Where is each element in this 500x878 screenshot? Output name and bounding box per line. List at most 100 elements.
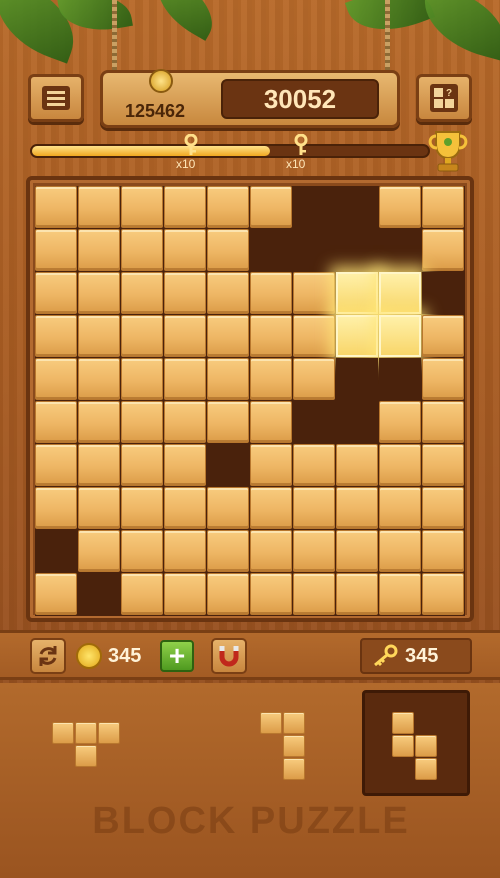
board-cell-filled[interactable] bbox=[336, 487, 378, 529]
board-cell-filled[interactable] bbox=[207, 573, 249, 615]
board-cell-filled[interactable] bbox=[35, 487, 77, 529]
board-cell-filled[interactable] bbox=[422, 229, 464, 271]
board-cell-filled[interactable] bbox=[78, 272, 120, 314]
refresh-button[interactable] bbox=[30, 638, 66, 674]
board-cell-empty[interactable] bbox=[422, 272, 464, 314]
board-cell-filled[interactable] bbox=[35, 186, 77, 228]
board-cell-filled[interactable] bbox=[121, 487, 163, 529]
board-cell-filled[interactable] bbox=[121, 530, 163, 572]
board-cell-filled[interactable] bbox=[379, 444, 421, 486]
board-cell-empty[interactable] bbox=[336, 229, 378, 271]
board-cell-filled[interactable] bbox=[35, 315, 77, 357]
game-board[interactable] bbox=[35, 186, 465, 616]
board-cell-filled[interactable] bbox=[422, 315, 464, 357]
board-cell-filled[interactable] bbox=[250, 272, 292, 314]
board-cell-filled[interactable] bbox=[422, 530, 464, 572]
menu-button[interactable] bbox=[28, 74, 84, 122]
t-piece-block[interactable] bbox=[75, 745, 97, 767]
board-cell-filled[interactable] bbox=[35, 401, 77, 443]
board-cell-filled[interactable] bbox=[78, 487, 120, 529]
board-cell-filled[interactable] bbox=[293, 444, 335, 486]
t-piece-block[interactable] bbox=[52, 722, 74, 744]
board-cell-filled[interactable] bbox=[336, 444, 378, 486]
board-cell-filled[interactable] bbox=[207, 186, 249, 228]
board-cell-empty[interactable] bbox=[379, 358, 421, 400]
board-cell-filled[interactable] bbox=[293, 573, 335, 615]
board-cell-filled[interactable] bbox=[164, 530, 206, 572]
board-cell-filled[interactable] bbox=[293, 272, 335, 314]
board-cell-filled[interactable] bbox=[35, 229, 77, 271]
board-cell-filled[interactable] bbox=[379, 487, 421, 529]
board-cell-filled[interactable] bbox=[422, 444, 464, 486]
board-cell-filled[interactable] bbox=[422, 573, 464, 615]
board-cell-empty[interactable] bbox=[293, 401, 335, 443]
board-cell-filled[interactable] bbox=[78, 315, 120, 357]
board-cell-filled[interactable] bbox=[250, 487, 292, 529]
board-cell-empty[interactable] bbox=[336, 401, 378, 443]
board-cell-filled[interactable] bbox=[121, 186, 163, 228]
board-cell-filled[interactable] bbox=[207, 487, 249, 529]
board-cell-filled[interactable] bbox=[250, 315, 292, 357]
board-cell-filled[interactable] bbox=[121, 315, 163, 357]
board-cell-filled[interactable] bbox=[78, 358, 120, 400]
board-cell-filled[interactable] bbox=[207, 315, 249, 357]
board-cell-filled[interactable] bbox=[379, 186, 421, 228]
board-cell-filled[interactable] bbox=[164, 444, 206, 486]
board-cell-empty[interactable] bbox=[35, 530, 77, 572]
board-cell-filled[interactable] bbox=[207, 272, 249, 314]
board-cell-filled[interactable] bbox=[164, 487, 206, 529]
board-cell-empty[interactable] bbox=[207, 444, 249, 486]
board-cell-filled[interactable] bbox=[250, 530, 292, 572]
board-cell-filled[interactable] bbox=[35, 272, 77, 314]
board-cell-filled[interactable] bbox=[250, 573, 292, 615]
magnet-button[interactable] bbox=[211, 638, 247, 674]
board-cell-filled[interactable] bbox=[293, 358, 335, 400]
block-info-button[interactable]: ? bbox=[416, 74, 472, 122]
board-cell-filled[interactable] bbox=[121, 272, 163, 314]
board-cell-filled[interactable] bbox=[164, 573, 206, 615]
board-cell-filled[interactable] bbox=[121, 444, 163, 486]
board-cell-filled[interactable] bbox=[422, 401, 464, 443]
board-cell-empty[interactable] bbox=[336, 358, 378, 400]
board-cell-empty[interactable] bbox=[293, 186, 335, 228]
s-piece-block[interactable] bbox=[415, 758, 437, 780]
board-cell-filled[interactable] bbox=[164, 315, 206, 357]
board-cell-filled[interactable] bbox=[164, 358, 206, 400]
board-cell-filled[interactable] bbox=[35, 573, 77, 615]
board-cell-filled[interactable] bbox=[379, 573, 421, 615]
board-cell-highlight[interactable] bbox=[379, 272, 421, 314]
add-coins-button[interactable]: + bbox=[160, 640, 194, 672]
board-cell-filled[interactable] bbox=[207, 530, 249, 572]
board-cell-highlight[interactable] bbox=[379, 315, 421, 357]
j-piece-block[interactable] bbox=[260, 712, 282, 734]
board-cell-filled[interactable] bbox=[379, 530, 421, 572]
board-cell-filled[interactable] bbox=[35, 444, 77, 486]
board-cell-filled[interactable] bbox=[78, 401, 120, 443]
board-cell-filled[interactable] bbox=[121, 401, 163, 443]
board-cell-filled[interactable] bbox=[121, 573, 163, 615]
board-cell-filled[interactable] bbox=[164, 229, 206, 271]
t-piece-block[interactable] bbox=[75, 722, 97, 744]
board-cell-filled[interactable] bbox=[78, 530, 120, 572]
j-piece-block[interactable] bbox=[283, 712, 305, 734]
board-cell-empty[interactable] bbox=[250, 229, 292, 271]
board-cell-filled[interactable] bbox=[78, 444, 120, 486]
j-piece-block[interactable] bbox=[283, 735, 305, 757]
board-cell-filled[interactable] bbox=[250, 444, 292, 486]
board-cell-filled[interactable] bbox=[78, 186, 120, 228]
board-cell-filled[interactable] bbox=[336, 573, 378, 615]
board-cell-highlight[interactable] bbox=[336, 272, 378, 314]
board-cell-filled[interactable] bbox=[379, 401, 421, 443]
board-cell-filled[interactable] bbox=[422, 186, 464, 228]
board-cell-empty[interactable] bbox=[379, 229, 421, 271]
board-cell-highlight[interactable] bbox=[336, 315, 378, 357]
board-cell-filled[interactable] bbox=[422, 358, 464, 400]
board-cell-filled[interactable] bbox=[207, 401, 249, 443]
board-cell-filled[interactable] bbox=[336, 530, 378, 572]
board-cell-filled[interactable] bbox=[207, 229, 249, 271]
board-cell-filled[interactable] bbox=[121, 229, 163, 271]
j-piece-block[interactable] bbox=[283, 758, 305, 780]
board-cell-empty[interactable] bbox=[293, 229, 335, 271]
board-cell-filled[interactable] bbox=[164, 272, 206, 314]
board-cell-filled[interactable] bbox=[422, 487, 464, 529]
